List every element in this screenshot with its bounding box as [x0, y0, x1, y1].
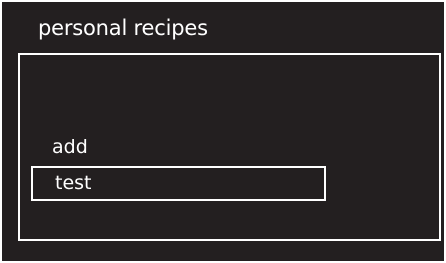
menu-item-add[interactable]: add — [52, 136, 88, 158]
menu-item-test-selected[interactable]: test — [31, 166, 326, 201]
menu-item-label: test — [55, 172, 92, 194]
recipe-window: personal recipes add test — [2, 2, 444, 261]
recipe-list-panel: add test — [18, 53, 441, 241]
window-title: personal recipes — [38, 16, 208, 40]
